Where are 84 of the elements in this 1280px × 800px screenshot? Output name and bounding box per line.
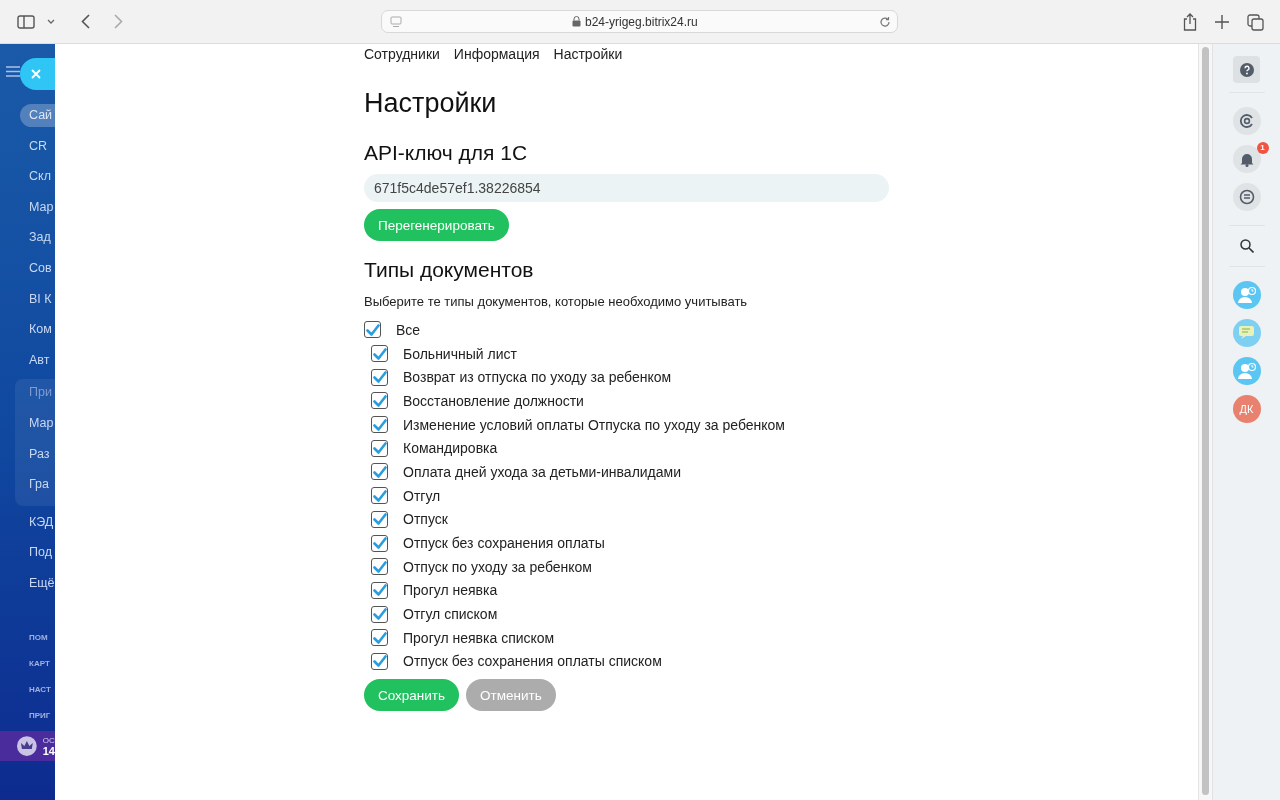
checkbox-label: Прогул неявка списком: [403, 629, 555, 646]
sidebar-link[interactable]: НАСТ: [0, 676, 55, 703]
checkbox[interactable]: [371, 345, 388, 363]
nav-link[interactable]: Настройки: [553, 45, 623, 63]
sidebar-item[interactable]: Скл: [0, 165, 55, 189]
notification-badge: 1: [1256, 142, 1269, 154]
swirl-icon: [1238, 113, 1255, 129]
checkbox[interactable]: [371, 439, 388, 457]
help-icon: [1239, 62, 1254, 77]
checkbox-label: Все: [396, 321, 421, 338]
checkbox[interactable]: [371, 652, 388, 670]
sidebar-item[interactable]: Гра: [15, 473, 55, 497]
checkbox[interactable]: [371, 487, 388, 505]
crown-icon: [17, 735, 37, 756]
checkbox-label: Командировка: [403, 440, 498, 457]
sidebar-icon[interactable]: [17, 14, 35, 29]
sidebar-item[interactable]: Под: [0, 541, 55, 565]
url-text: b24-yrigeg.bitrix24.ru: [585, 14, 698, 29]
share-icon[interactable]: [1183, 13, 1197, 31]
checkbox[interactable]: [371, 558, 388, 576]
checkbox[interactable]: [371, 581, 388, 599]
chat-icon: [1238, 189, 1255, 205]
sidebar-item[interactable]: Ком: [0, 318, 55, 342]
checkbox[interactable]: [364, 321, 381, 339]
checkbox-label: Отпуск без сохранения оплаты: [403, 535, 605, 552]
sidebar-item[interactable]: Ещё: [0, 571, 55, 595]
close-icon: [31, 69, 41, 79]
sidebar-item[interactable]: Сов: [0, 256, 55, 280]
checkbox-label: Больничный лист: [403, 345, 517, 362]
checkbox[interactable]: [371, 463, 388, 481]
checkbox-label: Изменение условий оплаты Отпуска по уходу за ребенком: [403, 416, 785, 433]
checkbox[interactable]: [371, 605, 388, 623]
plan-banner[interactable]: ОС 14: [0, 730, 55, 761]
checkbox-label: Отпуск без сохранения оплаты списком: [403, 653, 662, 670]
close-button[interactable]: [20, 58, 55, 90]
sidebar-item[interactable]: КЭД: [0, 510, 55, 534]
section-heading: API-ключ для 1С: [364, 140, 529, 166]
checkbox-label: Отпуск: [403, 511, 448, 528]
lock-icon: [572, 16, 581, 27]
chat-button[interactable]: [1232, 183, 1261, 211]
back-icon[interactable]: [81, 14, 90, 29]
plan-days: 14: [42, 745, 55, 757]
checkbox-label: Отгул: [403, 487, 441, 504]
sidebar-item[interactable]: Раз: [15, 442, 55, 466]
notifications-button[interactable]: [1232, 145, 1261, 173]
reload-icon[interactable]: [879, 15, 891, 28]
checkbox[interactable]: [371, 510, 388, 528]
checkbox-label: Отпуск по уходу за ребенком: [403, 558, 592, 575]
search-icon[interactable]: [1239, 239, 1254, 253]
checkbox-label: Возврат из отпуска по уходу за ребенком: [403, 369, 672, 386]
checkbox-label: Прогул неявка: [403, 582, 498, 599]
checkbox[interactable]: [371, 629, 388, 647]
checkbox-label: Отгул списком: [403, 606, 498, 623]
sidebar-item[interactable]: CR: [0, 134, 55, 158]
checkbox-label: Оплата дней ухода за детьми-инвалидами: [403, 463, 682, 480]
sidebar-item[interactable]: Сай: [20, 104, 55, 127]
help-button[interactable]: [1233, 56, 1260, 83]
plus-icon[interactable]: [1215, 15, 1229, 29]
api-key-field[interactable]: 671f5c4de57ef1.38226854: [364, 174, 889, 202]
chevron-down-icon[interactable]: [47, 18, 55, 25]
bell-icon: [1239, 151, 1254, 167]
page-title: Настройки: [364, 87, 498, 119]
plan-label: ОС: [42, 734, 55, 746]
address-bar[interactable]: b24-yrigeg.bitrix24.ru: [381, 10, 898, 33]
section-heading: Типы документов: [364, 257, 535, 283]
hint-text: Выберите те типы документов, которые необходимо учитывать: [364, 293, 749, 311]
sidebar-item[interactable]: Мар: [15, 411, 55, 435]
checkbox[interactable]: [371, 392, 388, 410]
sidebar-link[interactable]: ПОМ: [0, 624, 55, 651]
sidebar-item[interactable]: Зад: [0, 226, 55, 250]
sidebar-item[interactable]: Мар: [0, 195, 55, 219]
sidebar-link[interactable]: ПРИГ: [0, 702, 55, 729]
nav-link[interactable]: Информация: [453, 45, 540, 63]
checkbox[interactable]: [371, 534, 388, 552]
nav-link[interactable]: Сотрудники: [364, 45, 440, 63]
menu-icon[interactable]: [6, 66, 20, 77]
checkbox[interactable]: [371, 416, 388, 434]
scrollbar-thumb[interactable]: [1202, 47, 1209, 795]
sidebar-link[interactable]: КАРТ: [0, 650, 55, 677]
tabs-icon[interactable]: [1247, 13, 1264, 31]
checkbox-label: Восстановление должности: [403, 392, 584, 409]
sidebar-item[interactable]: BI К: [0, 287, 55, 311]
checkbox[interactable]: [371, 368, 388, 386]
sidebar-item[interactable]: Авт: [0, 348, 55, 372]
